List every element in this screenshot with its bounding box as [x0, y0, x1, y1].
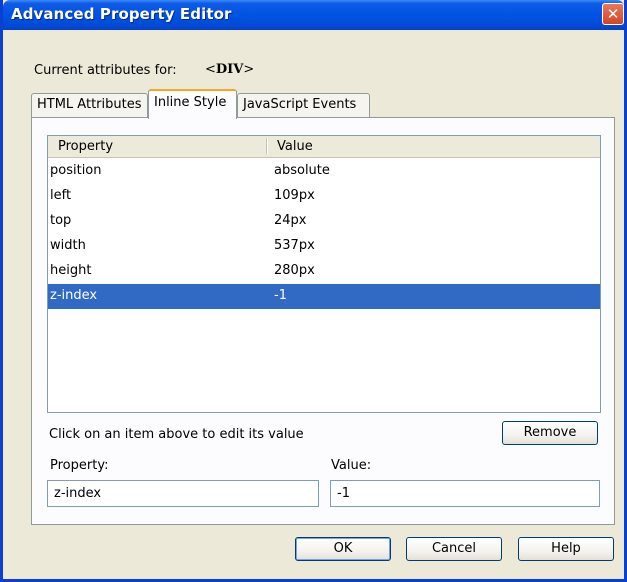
table-row[interactable]: top 24px — [48, 209, 600, 234]
row-value: 24px — [274, 213, 307, 228]
table-row[interactable]: left 109px — [48, 184, 600, 209]
row-value: -1 — [274, 288, 287, 303]
edit-hint-text: Click on an item above to edit its value — [49, 427, 304, 442]
table-row[interactable]: width 537px — [48, 234, 600, 259]
remove-button[interactable]: Remove — [502, 421, 598, 445]
column-header-value[interactable]: Value — [277, 139, 313, 154]
property-editor-dialog: Advanced Property Editor ✕ Current attri… — [0, 0, 627, 582]
row-value: 109px — [274, 188, 315, 203]
current-attributes-label: Current attributes for: — [34, 63, 177, 78]
tab-html-attributes-label: HTML Attributes — [37, 97, 142, 112]
window-title: Advanced Property Editor — [11, 5, 232, 23]
row-property: left — [50, 188, 72, 203]
table-row[interactable]: position absolute — [48, 159, 600, 184]
current-element-tag: <DIV> — [205, 62, 255, 77]
value-field-label: Value: — [331, 458, 372, 473]
close-icon: ✕ — [606, 4, 620, 23]
close-button[interactable]: ✕ — [602, 3, 624, 25]
help-button[interactable]: Help — [518, 537, 614, 561]
row-property: top — [50, 213, 72, 228]
row-property: height — [50, 263, 92, 278]
table-row-selected[interactable]: z-index -1 — [48, 284, 600, 309]
tab-inline-style-label: Inline Style — [154, 95, 227, 110]
row-value: 537px — [274, 238, 315, 253]
cancel-button[interactable]: Cancel — [406, 537, 502, 561]
tab-html-attributes[interactable]: HTML Attributes — [31, 93, 148, 117]
title-bar[interactable]: Advanced Property Editor ✕ — [3, 0, 624, 30]
row-property: position — [50, 163, 102, 178]
table-row[interactable]: height 280px — [48, 259, 600, 284]
table-header: Property Value — [48, 136, 600, 158]
property-field-label: Property: — [50, 458, 109, 473]
tab-inline-style[interactable]: Inline Style — [148, 89, 237, 119]
row-property: width — [50, 238, 86, 253]
properties-table[interactable]: Property Value position absolute left 10… — [47, 135, 601, 413]
property-input[interactable]: z-index — [47, 480, 319, 507]
tab-javascript-events-label: JavaScript Events — [243, 97, 357, 112]
row-value: 280px — [274, 263, 315, 278]
column-header-property[interactable]: Property — [58, 139, 113, 154]
column-divider[interactable] — [266, 138, 268, 154]
ok-button[interactable]: OK — [295, 537, 391, 561]
value-input[interactable]: -1 — [330, 480, 600, 507]
tab-javascript-events[interactable]: JavaScript Events — [237, 93, 370, 117]
row-property: z-index — [50, 288, 98, 303]
row-value: absolute — [274, 163, 330, 178]
